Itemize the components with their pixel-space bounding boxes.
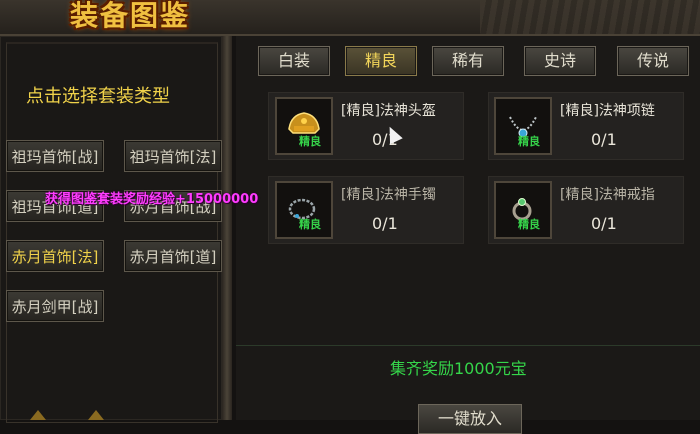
banner-ornament xyxy=(480,0,700,34)
exp-reward-toast: 获得图鉴套装奖励经验+15000000 xyxy=(45,192,259,207)
suit-button-chiyue-armor[interactable]: 赤月剑甲[战] xyxy=(6,290,104,322)
tab-fine[interactable]: 精良 xyxy=(345,46,417,76)
page-title: 装备图鉴 xyxy=(70,0,191,32)
grade-tag: 精良 xyxy=(518,135,540,148)
item-name: [精良]法神项链 xyxy=(560,103,655,119)
item-name: [精良]法神戒指 xyxy=(560,187,655,203)
tab-legend[interactable]: 传说 xyxy=(617,46,689,76)
grade-tag: 精良 xyxy=(299,218,321,231)
reward-divider xyxy=(236,345,700,346)
panel-divider xyxy=(222,36,232,420)
item-name: [精良]法神手镯 xyxy=(341,187,436,203)
item-progress: 0/1 xyxy=(591,214,617,233)
item-name: [精良]法神头盔 xyxy=(341,103,436,119)
tab-white[interactable]: 白装 xyxy=(258,46,330,76)
suit-prompt: 点击选择套装类型 xyxy=(26,86,170,107)
item-progress: 0/1 xyxy=(372,214,398,233)
grade-tag: 精良 xyxy=(299,135,321,148)
suit-button-chiyue-fa[interactable]: 赤月首饰[法] xyxy=(6,240,104,272)
tab-epic[interactable]: 史诗 xyxy=(524,46,596,76)
suit-button-zuma-zhan[interactable]: 祖玛首饰[战] xyxy=(6,140,104,172)
one-key-insert-button[interactable]: 一键放入 xyxy=(418,404,522,434)
grade-tag: 精良 xyxy=(518,218,540,231)
suit-button-chiyue-dao[interactable]: 赤月首饰[道] xyxy=(124,240,222,272)
tab-rare[interactable]: 稀有 xyxy=(432,46,504,76)
suit-button-zuma-fa[interactable]: 祖玛首饰[法] xyxy=(124,140,222,172)
item-progress: 0/1 xyxy=(591,130,617,149)
set-reward-text: 集齐奖励1000元宝 xyxy=(390,359,527,378)
